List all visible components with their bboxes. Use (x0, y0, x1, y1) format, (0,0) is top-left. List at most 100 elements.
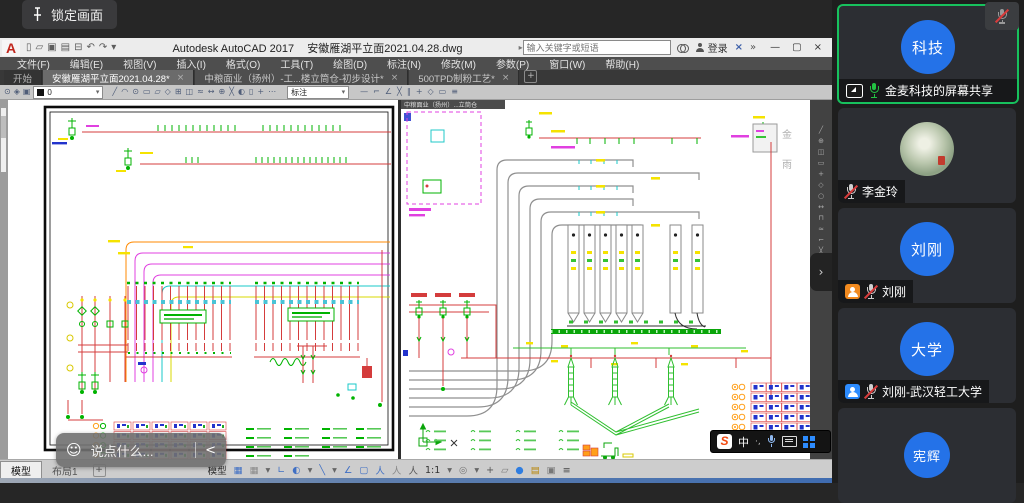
menu-item[interactable]: 视图(V) (114, 56, 165, 71)
ime-menu-icon[interactable] (803, 436, 808, 441)
menu-item[interactable]: 窗口(W) (540, 56, 594, 71)
statusbar-icon[interactable]: ▤ (531, 465, 540, 476)
toolbar-icon[interactable]: ⊓ (818, 214, 823, 222)
menu-item[interactable]: 参数(P) (487, 56, 538, 71)
menu-item[interactable]: 帮助(H) (596, 56, 648, 71)
restore-button[interactable]: ▢ (792, 42, 801, 53)
toolbar-icon[interactable]: ╱ (112, 86, 117, 98)
mic-muted-icon[interactable] (865, 284, 877, 299)
qat-icon[interactable]: ▱ (36, 42, 44, 53)
self-mute-control[interactable] (985, 2, 1019, 30)
toolbar-icon[interactable]: ↔ (208, 86, 215, 98)
toolbar-icon[interactable]: ≈ (818, 225, 824, 233)
vertical-scrollbar[interactable] (1, 108, 6, 172)
panel-collapse-handle[interactable]: › (810, 253, 832, 291)
toolbar-icon[interactable]: ╳ (397, 86, 402, 98)
statusbar-icon[interactable]: ╲ (319, 465, 325, 476)
toolbar-icon[interactable]: ○ (818, 192, 824, 200)
qat-icon[interactable]: ▯ (26, 42, 32, 53)
ime-toolbar[interactable]: S 中 ·, (710, 430, 831, 453)
mic-muted-icon[interactable] (865, 384, 877, 399)
search-icon[interactable] (677, 44, 689, 52)
toolbar-icon[interactable]: ∠ (385, 86, 392, 98)
qat-icon[interactable]: ⊟ (74, 42, 82, 53)
statusbar-icon[interactable]: ▣ (547, 465, 556, 476)
menu-item[interactable]: 修改(M) (432, 56, 485, 71)
more-tools-icon[interactable]: » (750, 42, 756, 53)
ime-mic-icon[interactable] (767, 435, 776, 448)
toolbar-icon[interactable]: ▣ (23, 86, 31, 98)
search-input[interactable] (523, 40, 671, 55)
video-tile[interactable]: 李金玲 (838, 108, 1016, 203)
chat-collapse-icon[interactable]: < (205, 443, 216, 458)
toolbar-icon[interactable]: ◇ (428, 86, 434, 98)
tab-close-icon[interactable]: × (391, 73, 399, 83)
tab-close-icon[interactable]: × (502, 73, 510, 83)
toolbar-icon[interactable]: ╳ (229, 86, 234, 98)
sogou-logo-icon[interactable]: S (717, 434, 732, 449)
cad-drawing-right-canvas[interactable]: 中粮面业（扬州）...立筒仓 (401, 100, 810, 459)
menu-item[interactable]: 工具(T) (271, 56, 322, 71)
toolbar-icon[interactable]: ⊕ (218, 86, 225, 98)
toolbar-icon[interactable]: ⊙ (4, 86, 11, 98)
ime-language-toggle[interactable]: 中 (738, 434, 749, 450)
video-tile[interactable]: 宪辉 (838, 408, 1016, 503)
toolbar-icon[interactable]: + (416, 86, 423, 98)
toolbar-icon[interactable]: — (360, 86, 368, 98)
menu-item[interactable]: 编辑(E) (61, 56, 112, 71)
toolbar-icon[interactable]: ◠ (121, 86, 128, 98)
statusbar-icon[interactable]: ≡ (563, 465, 571, 476)
document-tab[interactable]: 500TPD制粉工艺* × (409, 70, 519, 85)
qat-icon[interactable]: ↶ (87, 42, 95, 53)
chat-quick-input[interactable]: ☺ 说点什么... < (56, 433, 226, 467)
toolbar-icon[interactable]: ∥ (407, 86, 411, 98)
toolbar-icon[interactable]: ⌐ (373, 86, 380, 98)
cad-document-left[interactable] (8, 100, 398, 459)
mic-on-icon[interactable] (868, 83, 880, 98)
ime-punctuation-toggle[interactable]: ·, (755, 437, 761, 447)
qat-icon[interactable]: ▤ (61, 42, 70, 53)
layout-tab[interactable]: 模型 (0, 461, 42, 480)
toolbar-icon[interactable]: ⊕ (818, 137, 824, 145)
statusbar-icon[interactable]: ▾ (474, 465, 479, 476)
statusbar-icon[interactable]: ∠ (344, 465, 353, 476)
toolbar-icon[interactable]: + (257, 86, 264, 98)
video-tile[interactable]: 刘刚 刘刚 (838, 208, 1016, 303)
toolbar-icon[interactable]: ╱ (819, 126, 823, 134)
lock-screen-button[interactable]: 锁定画面 (22, 0, 117, 29)
statusbar-icon[interactable]: 1:1 (425, 465, 440, 476)
toolbar-icon[interactable]: ↔ (818, 203, 824, 211)
toolbar-icon[interactable]: ▭ (818, 159, 825, 167)
toolbar-icon[interactable]: ◫ (818, 148, 825, 156)
document-tab[interactable]: 安徽雁湖平立面2021.04.28* × (43, 70, 194, 85)
minimize-button[interactable]: — (770, 42, 780, 53)
toolbar-icon[interactable]: ≈ (197, 86, 204, 98)
statusbar-icon[interactable]: ● (515, 465, 523, 476)
document-tab[interactable]: 开始 × (4, 70, 42, 85)
menu-item[interactable]: 绘图(D) (324, 56, 376, 71)
menu-item[interactable]: 标注(N) (378, 56, 430, 71)
layer-dropdown[interactable]: 0 ▾ (33, 86, 103, 99)
toolbar-icon[interactable]: ⊞ (175, 86, 182, 98)
statusbar-icon[interactable]: ∟ (277, 465, 285, 476)
statusbar-icon[interactable]: ▦ (250, 465, 259, 476)
statusbar-icon[interactable]: ▢ (359, 465, 368, 476)
doc-caption-bar[interactable]: 中粮面业（扬州）...立筒仓 (401, 100, 505, 109)
statusbar-icon[interactable]: ◐ (292, 465, 300, 476)
statusbar-icon[interactable]: 人 (392, 463, 402, 477)
dim-style-dropdown[interactable]: 标注 ▾ (287, 86, 349, 99)
toolbar-icon[interactable]: ⋯ (268, 86, 276, 98)
qat-icon[interactable]: ▣ (47, 42, 56, 53)
statusbar-icon[interactable]: 人 (408, 463, 418, 477)
cad-document-right[interactable]: 中粮面业（扬州）...立筒仓 (401, 100, 810, 459)
new-tab-button[interactable]: + (524, 70, 537, 83)
toolbar-icon[interactable]: ◈ (14, 86, 20, 98)
toolbar-icon[interactable]: ≡ (451, 86, 458, 98)
toolbar-icon[interactable]: + (818, 170, 824, 178)
video-tile[interactable]: 大学 刘刚-武汉轻工大学 (838, 308, 1016, 403)
statusbar-icon[interactable]: ◎ (459, 465, 467, 476)
toolbar-icon[interactable]: ◫ (186, 86, 194, 98)
emoji-icon[interactable]: ☺ (66, 441, 82, 459)
statusbar-icon[interactable]: ▾ (308, 465, 313, 476)
mic-muted-icon[interactable] (845, 184, 857, 199)
